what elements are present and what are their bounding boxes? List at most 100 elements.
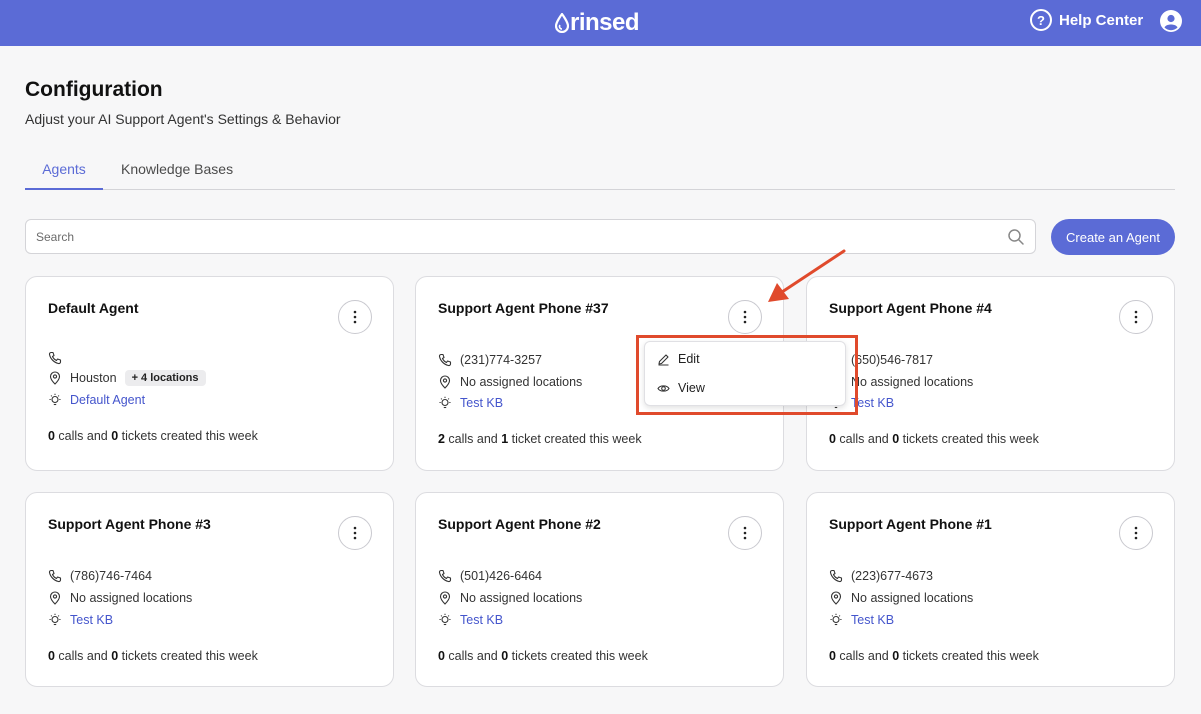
kebab-icon [353, 310, 357, 324]
logo-text: rinsed [570, 9, 640, 36]
agent-location-row: No assigned locations [438, 373, 582, 391]
help-center-label: Help Center [1059, 11, 1144, 29]
agent-location: No assigned locations [460, 375, 583, 389]
help-icon: ? [1030, 9, 1052, 31]
search-icon[interactable] [1007, 228, 1025, 246]
top-bar: rinsed ? Help Center [0, 0, 1201, 46]
agent-location-row: Houston + 4 locations [48, 369, 206, 387]
calls-label: calls and [54, 649, 112, 663]
agent-context-menu: Edit View [644, 341, 846, 406]
map-pin-icon [49, 371, 61, 385]
calls-label: calls and [835, 432, 893, 446]
help-center-link[interactable]: ? Help Center [1030, 9, 1143, 31]
more-options-button[interactable] [728, 516, 762, 550]
menu-item-view[interactable]: View [657, 378, 705, 398]
map-pin-icon [439, 591, 451, 605]
agent-phone: (650)546-7817 [851, 353, 934, 367]
agent-stats: 0 calls and 0 tickets created this week [829, 432, 1039, 446]
calls-label: calls and [444, 649, 502, 663]
agent-phone-row: (786)746-7464 [48, 567, 152, 585]
calls-count: 0 [829, 649, 836, 663]
agent-kb-link[interactable]: Test KB [851, 396, 894, 410]
phone-icon [48, 569, 62, 583]
search-bar [25, 219, 1036, 254]
phone-icon [829, 569, 843, 583]
agent-card[interactable]: Support Agent Phone #4 (650)546-7817 No … [806, 276, 1175, 471]
map-pin-icon [439, 375, 451, 389]
agent-location: No assigned locations [851, 375, 974, 389]
agent-kb-link[interactable]: Test KB [851, 613, 894, 627]
agent-location-row: No assigned locations [438, 589, 582, 607]
pencil-icon [658, 353, 669, 365]
tickets-label: tickets created this week [899, 649, 1039, 663]
logo[interactable]: rinsed [555, 8, 640, 38]
agent-name: Support Agent Phone #4 [829, 300, 992, 316]
tickets-label: tickets created this week [118, 649, 258, 663]
agent-kb-row: Test KB [829, 611, 894, 629]
lightbulb-icon [830, 613, 842, 626]
page-title: Configuration [25, 78, 163, 101]
search-input[interactable] [36, 228, 996, 246]
user-avatar-icon[interactable] [1160, 10, 1182, 32]
lightbulb-icon [439, 613, 451, 626]
agent-kb-link[interactable]: Default Agent [70, 393, 145, 407]
more-options-button[interactable] [338, 300, 372, 334]
agent-stats: 0 calls and 0 tickets created this week [48, 429, 258, 443]
kebab-icon [743, 526, 747, 540]
calls-label: calls and [835, 649, 893, 663]
more-options-button[interactable] [1119, 516, 1153, 550]
drop-icon [555, 13, 569, 33]
eye-icon [657, 384, 670, 392]
agent-phone: (786)746-7464 [70, 569, 153, 583]
agent-phone: (501)426-6464 [460, 569, 543, 583]
agent-stats: 0 calls and 0 tickets created this week [48, 649, 258, 663]
agent-card[interactable]: Default Agent Houston + 4 locations Defa… [25, 276, 394, 471]
agent-card[interactable]: Support Agent Phone #2 (501)426-6464 No … [415, 492, 784, 687]
calls-count: 2 [438, 432, 445, 446]
calls-count: 0 [829, 432, 836, 446]
agent-name: Support Agent Phone #3 [48, 516, 211, 532]
agent-card[interactable]: Support Agent Phone #1 (223)677-4673 No … [806, 492, 1175, 687]
menu-item-edit[interactable]: Edit [657, 349, 700, 369]
agent-name: Support Agent Phone #2 [438, 516, 601, 532]
agent-kb-link[interactable]: Test KB [460, 396, 503, 410]
phone-icon [438, 353, 452, 367]
tab-knowledge-bases[interactable]: Knowledge Bases [121, 161, 233, 177]
tab-bar: Agents Knowledge Bases [25, 152, 1175, 190]
agent-phone-row: (223)677-4673 [829, 567, 933, 585]
agent-card[interactable]: Support Agent Phone #3 (786)746-7464 No … [25, 492, 394, 687]
agent-phone: (231)774-3257 [460, 353, 543, 367]
agent-kb-row: Default Agent [48, 391, 145, 409]
agent-location-row: No assigned locations [829, 373, 973, 391]
agent-phone-row: (501)426-6464 [438, 567, 542, 585]
agent-name: Support Agent Phone #37 [438, 300, 609, 316]
agent-name: Default Agent [48, 300, 139, 316]
calls-count: 0 [438, 649, 445, 663]
more-options-button[interactable] [728, 300, 762, 334]
menu-item-label: View [678, 381, 705, 395]
agent-kb-link[interactable]: Test KB [70, 613, 113, 627]
more-options-button[interactable] [338, 516, 372, 550]
agent-location: Houston [70, 371, 117, 385]
agent-stats: 0 calls and 0 tickets created this week [829, 649, 1039, 663]
kebab-icon [1134, 526, 1138, 540]
agent-location: No assigned locations [460, 591, 583, 605]
agent-kb-row: Test KB [438, 394, 503, 412]
agent-stats: 0 calls and 0 tickets created this week [438, 649, 648, 663]
agent-phone: (223)677-4673 [851, 569, 934, 583]
agent-kb-link[interactable]: Test KB [460, 613, 503, 627]
more-options-button[interactable] [1119, 300, 1153, 334]
lightbulb-icon [49, 393, 61, 406]
map-pin-icon [49, 591, 61, 605]
agent-phone-row: (231)774-3257 [438, 351, 542, 369]
calls-label: calls and [444, 432, 502, 446]
location-count-badge[interactable]: + 4 locations [124, 370, 206, 386]
kebab-icon [1134, 310, 1138, 324]
tab-agents[interactable]: Agents [25, 161, 103, 190]
tickets-label: tickets created this week [899, 432, 1039, 446]
calls-count: 0 [48, 429, 55, 443]
create-agent-button[interactable]: Create an Agent [1051, 219, 1175, 255]
tickets-label: tickets created this week [118, 429, 258, 443]
agent-location: No assigned locations [851, 591, 974, 605]
menu-item-label: Edit [678, 352, 700, 366]
